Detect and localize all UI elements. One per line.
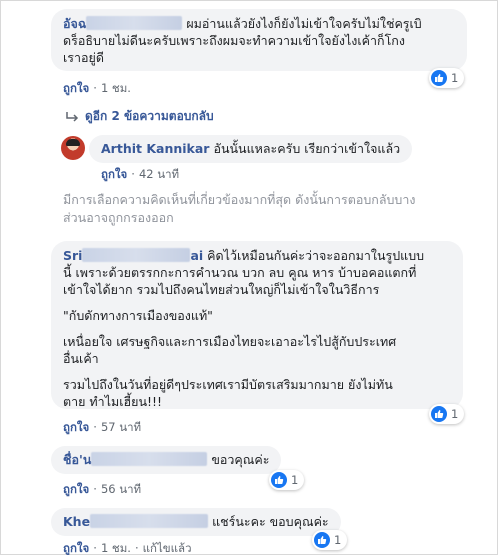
notice-line: มีการเลือกความคิดเห็นที่เกี่ยวข้องมากที่… (63, 192, 416, 207)
reaction-number: 1 (334, 533, 342, 547)
reply-arrow-icon (66, 111, 79, 122)
comment-text: ดร็อธิบายไม่ดีนะครับเพราะถึงผมจะทำความเข… (63, 33, 405, 48)
comment-text: เข้าใจได้ยาก รวมไปถึงคนไทยส่วนใหญ่ก็ไม่เ… (63, 282, 380, 297)
reaction-count[interactable]: 1 (429, 68, 465, 88)
filter-notice: มีการเลือกความคิดเห็นที่เกี่ยวข้องมากที่… (63, 191, 415, 227)
comment-meta: ถูกใจ · 1 ชม. (63, 81, 131, 95)
reply-meta: ถูกใจ · 42 นาที (101, 167, 180, 181)
redacted-name (82, 248, 191, 262)
reaction-number: 1 (451, 407, 459, 421)
comment-text: อื่นเค้า (63, 351, 99, 366)
view-replies-link[interactable]: ดูอีก 2 ข้อความตอบกลับ (65, 107, 214, 126)
redacted-name (86, 16, 183, 30)
notice-line: ส่วนอาจถูกกรองออก (63, 210, 174, 225)
comment-author[interactable]: ชื่อ'น (63, 452, 208, 467)
comment-author[interactable]: Khe (63, 514, 209, 529)
timestamp[interactable]: 57 นาที (101, 420, 141, 434)
comment-bubble: ชื่อ'น ขอวคุณค่ะ (51, 446, 282, 474)
timestamp[interactable]: 1 ชม. (101, 81, 131, 95)
comment-text: เหนื่อยใจ เศรษฐกิจและการเมืองไทยจะเอาอะไ… (63, 334, 397, 349)
edited-label[interactable]: แก้ไขแล้ว (143, 541, 192, 555)
reply-text: อันนั้นแหละครับ เรียกว่าเข้าใจแล้ว (213, 141, 401, 156)
comment-meta: ถูกใจ · 57 นาที (63, 420, 142, 434)
comment-quote: "กับดักทางการเมืองของแท้" (63, 308, 213, 323)
comment-bubble: Khe แชร์นะคะ ขอบคุณค่ะ (51, 508, 341, 536)
comment-text: รวมไปถึงในวันที่อยู่ดีๆประเทศเรามีบัตรเส… (63, 377, 393, 392)
comment-author[interactable]: อัจฉ (63, 16, 86, 31)
comment-bubble: อัจฉ ผมอ่านแล้วยังไงก็ยังไม่เข้าใจครับไม… (51, 9, 467, 71)
comment-text: ผมอ่านแล้วยังไงก็ยังไม่เข้าใจครับไม่ใช่ค… (186, 16, 422, 31)
reaction-number: 1 (291, 473, 299, 487)
reply-author[interactable]: Arthit Kannikar (101, 141, 209, 156)
reaction-count[interactable]: 1 (429, 404, 465, 424)
like-icon (431, 70, 447, 86)
comment-text: ตาย ทำไมเฮี้ยน!!! (63, 394, 163, 409)
redacted-name (91, 452, 208, 466)
reaction-number: 1 (451, 71, 459, 85)
comment-bubble: Sri ai คิดไว้เหมือนกันค่ะว่าจะออกมาในรูปแ… (51, 241, 463, 409)
like-button[interactable]: ถูกใจ (63, 420, 89, 434)
like-icon (314, 532, 330, 548)
redacted-name (90, 514, 209, 528)
like-button[interactable]: ถูกใจ (101, 167, 127, 181)
reaction-count[interactable]: 1 (269, 470, 305, 490)
comment-text: ขอวคุณค่ะ (211, 452, 270, 467)
comment-meta: ถูกใจ · 56 นาที (63, 482, 142, 496)
like-button[interactable]: ถูกใจ (63, 482, 89, 496)
comment-text: นี้ เพราะด้วยตรรกกะการคำนวณ บวก ลบ คูณ ห… (63, 265, 417, 280)
timestamp[interactable]: 56 นาที (101, 482, 141, 496)
avatar[interactable] (61, 136, 85, 160)
like-icon (431, 406, 447, 422)
comment-meta: ถูกใจ · 1 ชม. · แก้ไขแล้ว (63, 541, 192, 555)
comment-text: คิดไว้เหมือนกันค่ะว่าจะออกมาในรูปแบบ (207, 248, 425, 263)
like-button[interactable]: ถูกใจ (63, 541, 89, 555)
like-button[interactable]: ถูกใจ (63, 81, 89, 95)
comment-text: แชร์นะคะ ขอบคุณค่ะ (212, 514, 329, 529)
comment-text: เราอยู่ดี (63, 50, 104, 65)
timestamp[interactable]: 42 นาที (139, 167, 179, 181)
reaction-count[interactable]: 1 (312, 530, 348, 550)
timestamp[interactable]: 1 ชม. (101, 541, 131, 555)
like-icon (271, 472, 287, 488)
comment-author[interactable]: Sri ai (63, 248, 203, 263)
view-replies-label: ดูอีก 2 ข้อความตอบกลับ (85, 109, 214, 123)
reply-bubble: Arthit Kannikar อันนั้นแหละครับ เรียกว่า… (89, 135, 413, 163)
comments-panel: อัจฉ ผมอ่านแล้วยังไงก็ยังไม่เข้าใจครับไม… (0, 0, 498, 555)
